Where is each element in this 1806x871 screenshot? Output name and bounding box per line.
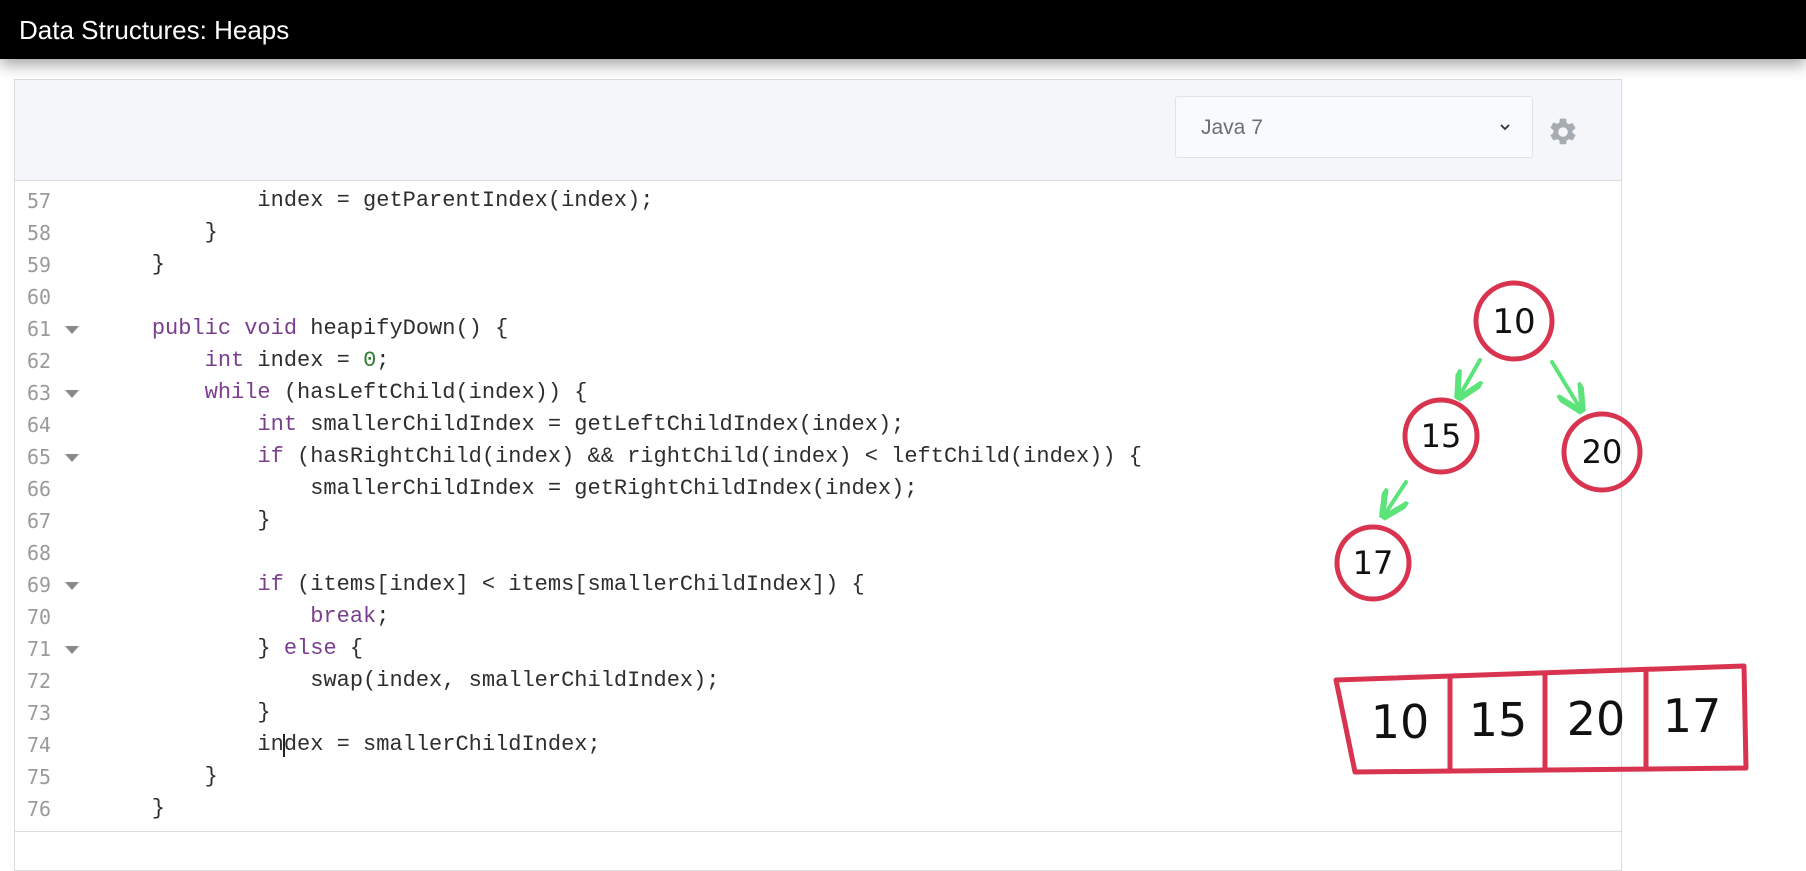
code-line[interactable]: 70 break; [15,601,1415,633]
fold-toggle-icon[interactable] [65,454,79,462]
line-number: 73 [27,701,52,725]
code-line[interactable]: 60 [15,281,1415,313]
line-number: 66 [27,477,52,501]
code-text: int index = 0; [204,348,390,373]
gear-icon[interactable] [1547,116,1579,148]
code-line[interactable]: 72 swap(index, smallerChildIndex); [15,665,1415,697]
line-number: 58 [27,221,52,245]
fold-toggle-icon[interactable] [65,646,79,654]
code-text: swap(index, smallerChildIndex); [99,668,720,693]
code-line[interactable]: 59 } [15,249,1415,281]
code-text: } [99,220,218,245]
line-number: 72 [27,669,52,693]
language-select[interactable]: Java 7 [1175,96,1533,158]
code-line[interactable]: 66 smallerChildIndex = getRightChildInde… [15,473,1415,505]
code-line[interactable]: 62 int index = 0; [15,345,1415,377]
line-number: 62 [27,349,52,373]
code-line[interactable]: 68 [15,537,1415,569]
code-text: } [99,764,218,789]
line-number: 67 [27,509,52,533]
code-line[interactable]: 74 index = smallerChildIndex; [15,729,1415,761]
tree-arrow [1460,358,1480,395]
line-number: 75 [27,765,52,789]
code-text: int smallerChildIndex = getLeftChildInde… [257,412,905,437]
svg-text:20: 20 [1582,433,1623,471]
chevron-down-icon [1500,124,1510,131]
tree-node: 20 [1561,411,1643,493]
tree-node: 15 [1402,397,1480,475]
code-line[interactable]: 71 } else { [15,633,1415,665]
code-text: if (hasRightChild(index) && rightChild(i… [257,444,1142,469]
tree-arrow [1550,360,1580,408]
window-title: Data Structures: Heaps [19,15,290,45]
line-number: 64 [27,413,52,437]
line-number: 68 [27,541,52,565]
code-line[interactable]: 63 while (hasLeftChild(index)) { [15,377,1415,409]
line-number: 57 [27,189,52,213]
code-line[interactable]: 76 } [15,793,1415,825]
code-line[interactable]: 57 index = getParentIndex(index); [15,185,1415,217]
line-number: 60 [27,285,52,309]
code-line[interactable]: 67 } [15,505,1415,537]
code-text: } [99,700,271,725]
code-line[interactable]: 58 } [15,217,1415,249]
code-line[interactable]: 75 } [15,761,1415,793]
array-cell: 17 [1663,689,1722,743]
code-text: if (items[index] < items[smallerChildInd… [257,572,865,597]
code-text: smallerChildIndex = getRightChildIndex(i… [99,476,918,501]
code-text: index = smallerChildIndex; [99,732,601,757]
fold-toggle-icon[interactable] [65,390,79,398]
code-text: } [99,796,166,821]
code-line[interactable]: 65 if (hasRightChild(index) && rightChil… [15,441,1415,473]
fold-toggle-icon[interactable] [65,326,79,334]
code-text: index = getParentIndex(index); [99,188,654,213]
svg-text:10: 10 [1492,302,1535,342]
code-text: break; [310,604,390,629]
code-line[interactable]: 69 if (items[index] < items[smallerChild… [15,569,1415,601]
line-number: 70 [27,605,52,629]
code-text: public void heapifyDown() { [151,316,509,341]
line-number: 59 [27,253,52,277]
heap-array: 10 15 20 17 [1333,663,1749,775]
code-text: } [99,252,166,277]
editor-toolbar: Java 7 [15,80,1621,181]
code-text: } else { [99,636,364,661]
code-line[interactable]: 64 int smallerChildIndex = getLeftChildI… [15,409,1415,441]
line-number: 76 [27,797,52,821]
code-text: } [99,508,271,533]
svg-text:15: 15 [1421,417,1462,455]
svg-text:17: 17 [1353,544,1394,582]
array-cell: 10 [1371,695,1430,749]
tree-arrow [1385,480,1406,514]
code-line[interactable]: 73 } [15,697,1415,729]
line-number: 74 [27,733,52,757]
fold-toggle-icon[interactable] [65,582,79,590]
tree-node: 17 [1334,524,1412,602]
heap-drawing: 10 15 20 17 10 15 20 17 [1333,280,1749,775]
tree-node: 10 [1473,280,1555,362]
text-cursor [283,734,285,757]
code-line[interactable]: 61 public void heapifyDown() { [15,313,1415,345]
code-text: while (hasLeftChild(index)) { [204,380,588,405]
array-cell: 15 [1469,693,1528,747]
title-bar: Data Structures: Heaps [0,0,1806,59]
array-cell: 20 [1567,692,1626,746]
language-select-value: Java 7 [1201,116,1263,139]
